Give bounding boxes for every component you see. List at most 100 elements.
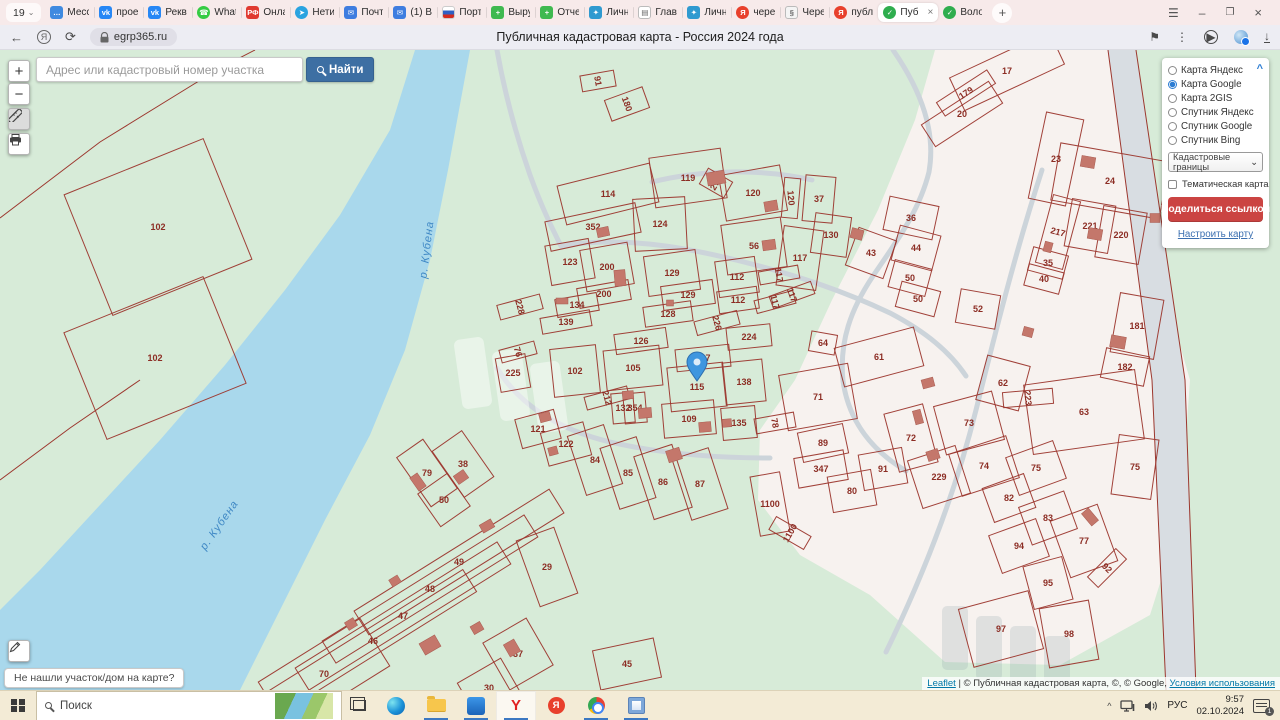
bookmark-icon[interactable]: ⚑ xyxy=(1149,30,1160,44)
yandex-home-icon[interactable]: Я xyxy=(37,30,51,44)
hidden-icons-chevron[interactable]: ^ xyxy=(1107,701,1111,711)
browser-tab[interactable]: ➤Нетип xyxy=(290,3,339,22)
parcel-number: 44 xyxy=(911,243,921,253)
search-highlight-image[interactable] xyxy=(275,693,333,719)
notifications-icon[interactable]: 1 xyxy=(1253,699,1270,713)
downloads-icon[interactable]: ↓ xyxy=(1264,31,1270,43)
edge-taskbar-button[interactable] xyxy=(376,691,416,720)
browser-tab[interactable]: ☎Whats xyxy=(192,3,241,22)
refresh-button[interactable]: ⟳ xyxy=(65,29,76,45)
collapse-panel-icon[interactable]: ^ xyxy=(1257,63,1263,75)
browser-tab-active[interactable]: ✓Пуб× xyxy=(878,3,938,22)
draw-button[interactable] xyxy=(8,640,30,662)
browser-tab[interactable]: +Отчет xyxy=(535,3,584,22)
yandex-app-taskbar-button[interactable]: Я xyxy=(536,691,576,720)
yandex-browser-taskbar-button[interactable]: Y xyxy=(496,691,536,720)
zoom-out-button[interactable]: − xyxy=(8,83,30,105)
thematic-map-checkbox[interactable] xyxy=(1168,180,1177,189)
browser-tab[interactable]: +Выруч xyxy=(486,3,535,22)
tab-label: (1) Вхо xyxy=(410,7,432,18)
radio[interactable] xyxy=(1168,122,1177,131)
office-app-taskbar-button[interactable] xyxy=(616,691,656,720)
parcel-number: 17 xyxy=(1002,66,1012,76)
search-button[interactable]: Найти xyxy=(306,57,374,82)
share-link-button[interactable]: Поделиться ссылкой xyxy=(1168,197,1263,222)
measure-tool-button[interactable] xyxy=(8,108,30,130)
radio[interactable] xyxy=(1168,94,1177,103)
browser-tab[interactable]: ✉Почта xyxy=(339,3,388,22)
browser-tab[interactable]: §Череп xyxy=(780,3,829,22)
network-icon[interactable] xyxy=(1120,700,1135,712)
layer-option[interactable]: Спутник Яндекс xyxy=(1168,107,1263,118)
radio[interactable] xyxy=(1168,66,1177,75)
browser-tab[interactable]: ✦Личны xyxy=(682,3,731,22)
browser-tab[interactable]: ▤Главн xyxy=(633,3,682,22)
tab-label: Рекви xyxy=(165,7,187,18)
windows-logo-icon xyxy=(11,699,25,713)
thematic-map-option[interactable]: Тематическая карта xyxy=(1168,179,1263,189)
layer-option[interactable]: Карта 2GIS xyxy=(1168,93,1263,104)
back-button[interactable]: ← xyxy=(10,30,23,45)
browser-tab[interactable]: Япубли xyxy=(829,3,878,22)
print-button[interactable] xyxy=(8,133,30,155)
browser-tab[interactable]: ✓Волог xyxy=(938,3,987,22)
chrome-taskbar-button[interactable] xyxy=(576,691,616,720)
tab-label: Отчет xyxy=(557,7,579,18)
parcel-number: 86 xyxy=(658,477,668,487)
pencil-icon xyxy=(9,641,21,653)
layer-option[interactable]: Карта Яндекс xyxy=(1168,65,1263,76)
browser-tab[interactable]: Ячереп xyxy=(731,3,780,22)
parcel-number: 223 xyxy=(1022,390,1033,406)
browser-tab[interactable]: ✉(1) Вхо xyxy=(388,3,437,22)
task-view-button[interactable] xyxy=(342,691,376,720)
map-viewport[interactable]: 1021029118011435212411927812012037123200… xyxy=(0,50,1280,690)
parcel-number: 119 xyxy=(681,173,696,183)
translate-icon[interactable] xyxy=(1234,30,1248,44)
browser-tab[interactable]: Порта xyxy=(437,3,486,22)
taskbar-search[interactable]: Поиск xyxy=(36,691,342,720)
messenger-icon: … xyxy=(50,6,63,19)
browser-tab[interactable]: ✦Личны xyxy=(584,3,633,22)
not-found-tooltip[interactable]: Не нашли участок/дом на карте? xyxy=(4,668,184,688)
search-input[interactable] xyxy=(36,57,303,82)
browser-tab[interactable]: vkпроек xyxy=(94,3,143,22)
taskbar-clock[interactable]: 9:57 02.10.2024 xyxy=(1196,694,1244,718)
explorer-taskbar-button[interactable] xyxy=(416,691,456,720)
restore-button[interactable]: ❐ xyxy=(1225,7,1234,18)
radio[interactable] xyxy=(1168,136,1177,145)
terms-link[interactable]: Условия использования xyxy=(1170,678,1275,689)
minimize-button[interactable]: – xyxy=(1199,6,1206,20)
video-popup-icon[interactable]: ▶ xyxy=(1204,30,1218,44)
browser-tab[interactable]: РФОнлай xyxy=(241,3,290,22)
close-button[interactable]: × xyxy=(1254,5,1262,20)
tab-close-icon[interactable]: × xyxy=(928,7,934,18)
parcel-number: 84 xyxy=(590,455,600,465)
radio[interactable] xyxy=(1168,108,1177,117)
address-bar[interactable]: egrp365.ru xyxy=(90,28,177,46)
browser-tab[interactable]: vkРекви xyxy=(143,3,192,22)
leaflet-link[interactable]: Leaflet xyxy=(927,678,956,689)
more-options-icon[interactable]: ⋮ xyxy=(1176,30,1188,44)
new-tab-button[interactable]: + xyxy=(992,3,1012,23)
tab-counter[interactable]: 19 ⌄ xyxy=(6,3,41,22)
browser-tab[interactable]: …Мессе xyxy=(45,3,94,22)
layer-option[interactable]: Спутник Google xyxy=(1168,121,1263,132)
volume-icon[interactable] xyxy=(1144,700,1158,712)
parcel-number: 24 xyxy=(1105,176,1115,186)
window-controls: ☰ – ❐ × xyxy=(1168,5,1274,20)
map-canvas[interactable]: 1021029118011435212411927812012037123200… xyxy=(0,50,1280,690)
zoom-in-button[interactable]: + xyxy=(8,60,30,82)
vk-icon: vk xyxy=(99,6,112,19)
language-indicator[interactable]: РУС xyxy=(1167,700,1187,711)
start-button[interactable] xyxy=(0,691,36,720)
boundaries-select[interactable]: Кадастровые границы ⌄ xyxy=(1168,152,1263,172)
browser-toolbar: ← Я ⟳ egrp365.ru Публичная кадастровая к… xyxy=(0,25,1280,50)
building xyxy=(1080,155,1096,168)
layer-option[interactable]: Спутник Bing xyxy=(1168,135,1263,146)
radio-selected[interactable] xyxy=(1168,80,1177,89)
mail-app-taskbar-button[interactable] xyxy=(456,691,496,720)
configure-map-link[interactable]: Настроить карту xyxy=(1168,229,1263,240)
layer-option[interactable]: Карта Google xyxy=(1168,79,1263,90)
task-view-icon xyxy=(353,700,366,711)
browser-menu-icon[interactable]: ☰ xyxy=(1168,6,1179,20)
